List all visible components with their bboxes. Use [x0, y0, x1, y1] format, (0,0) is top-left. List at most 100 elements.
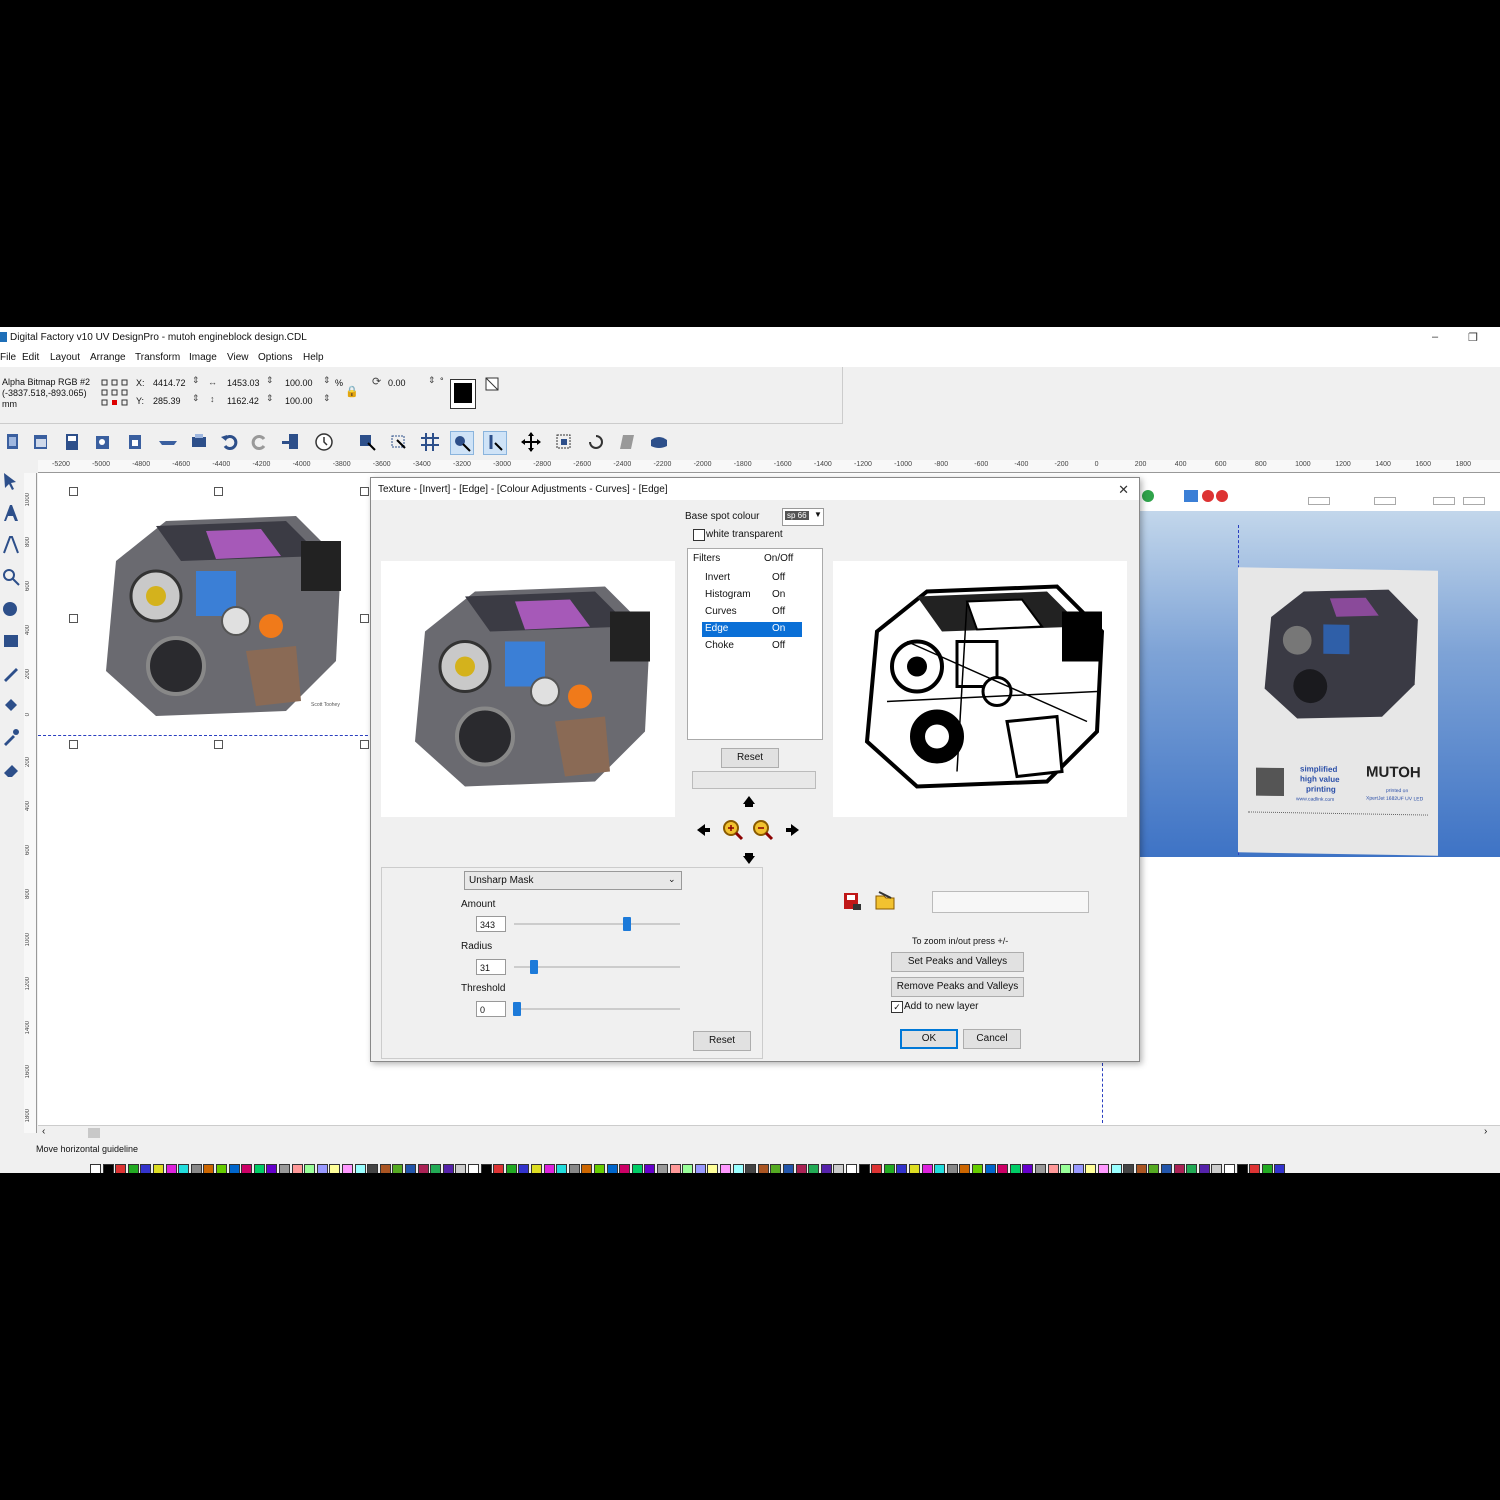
palette-swatch[interactable]	[241, 1164, 253, 1173]
pen-tool-icon[interactable]	[1, 663, 21, 683]
palette-swatch[interactable]	[379, 1164, 391, 1173]
filter-type-dropdown[interactable]: Unsharp Mask ⌄	[464, 871, 682, 890]
palette-swatch[interactable]	[392, 1164, 404, 1173]
palette-swatch[interactable]	[858, 1164, 870, 1173]
vertical-ruler[interactable]: 1000 800 600 400 200 0 200 400 600 800 1000 1200 140…	[24, 473, 37, 1133]
width-spin-icon[interactable]: ⇕	[266, 375, 274, 386]
x-input[interactable]: 4414.72	[153, 378, 186, 388]
cancel-button[interactable]: Cancel	[963, 1029, 1021, 1049]
y-spin-icon[interactable]: ⇕	[192, 393, 200, 404]
palette-swatch[interactable]	[682, 1164, 694, 1173]
save-preset-icon[interactable]	[841, 890, 863, 912]
rotate-tool-icon[interactable]	[585, 431, 607, 453]
palette-swatch[interactable]	[808, 1164, 820, 1173]
scale-h-spin-icon[interactable]: ⇕	[323, 393, 331, 404]
minimize-icon[interactable]: –	[1432, 331, 1438, 343]
selection-handle[interactable]	[214, 487, 223, 496]
palette-swatch[interactable]	[556, 1164, 568, 1173]
palette-swatch[interactable]	[342, 1164, 353, 1173]
palette-swatch[interactable]	[480, 1164, 492, 1173]
envelope-icon[interactable]	[648, 431, 670, 453]
menu-image[interactable]: Image	[189, 352, 217, 363]
filter-invert[interactable]: Invert Off	[702, 571, 802, 586]
3d-preview-panel[interactable]: simplified high value printing www.cadli…	[1138, 485, 1500, 857]
reset-settings-button[interactable]: Reset	[693, 1031, 751, 1051]
palette-swatch[interactable]	[329, 1164, 341, 1173]
palette-swatch[interactable]	[127, 1164, 139, 1173]
menu-edit[interactable]: Edit	[22, 352, 39, 363]
radius-input[interactable]: 31	[476, 959, 506, 975]
palette-swatch[interactable]	[720, 1164, 731, 1173]
threshold-slider-track[interactable]	[514, 1008, 680, 1010]
engine-image[interactable]: Scott Toohey	[86, 501, 351, 731]
palette-swatch[interactable]	[417, 1164, 429, 1173]
preview-slider[interactable]	[1374, 497, 1396, 505]
horizontal-scrollbar[interactable]: ‹ ›	[38, 1125, 1500, 1140]
undo-icon[interactable]	[219, 431, 241, 453]
palette-swatch[interactable]	[1110, 1164, 1122, 1173]
scroll-left-icon[interactable]: ‹	[42, 1126, 45, 1137]
palette-swatch[interactable]	[279, 1164, 290, 1173]
palette-swatch[interactable]	[1173, 1164, 1185, 1173]
arrow-up-icon[interactable]	[743, 796, 755, 807]
palette-swatch[interactable]	[1085, 1164, 1097, 1173]
anchor-grid-icon[interactable]	[101, 379, 129, 407]
selection-handle[interactable]	[214, 740, 223, 749]
palette-swatch[interactable]	[367, 1164, 379, 1173]
palette-swatch[interactable]	[1198, 1164, 1210, 1173]
palette-swatch[interactable]	[972, 1164, 983, 1173]
arrow-right-icon[interactable]	[786, 824, 799, 836]
palette-swatch[interactable]	[531, 1164, 542, 1173]
palette-swatch[interactable]	[316, 1164, 328, 1173]
fill-tool-icon[interactable]	[1, 695, 21, 715]
palette-swatch[interactable]	[1274, 1164, 1286, 1173]
preset-name-field[interactable]	[932, 891, 1089, 913]
close-icon[interactable]: ✕	[1118, 482, 1129, 498]
menu-file[interactable]: File	[0, 352, 16, 363]
reset-filters-button[interactable]: Reset	[721, 748, 779, 768]
palette-swatch[interactable]	[959, 1164, 971, 1173]
scroll-thumb[interactable]	[88, 1128, 100, 1138]
palette-swatch[interactable]	[1123, 1164, 1135, 1173]
palette-swatch[interactable]	[909, 1164, 920, 1173]
eraser-tool-icon[interactable]	[1, 759, 21, 779]
x-spin-icon[interactable]: ⇕	[192, 375, 200, 386]
palette-swatch[interactable]	[1009, 1164, 1021, 1173]
palette-swatch[interactable]	[153, 1164, 164, 1173]
redo-icon[interactable]	[248, 431, 270, 453]
menu-view[interactable]: View	[227, 352, 249, 363]
palette-swatch[interactable]	[1022, 1164, 1034, 1173]
remove-peaks-button[interactable]: Remove Peaks and Valleys	[891, 977, 1024, 997]
palette-swatch[interactable]	[1060, 1164, 1072, 1173]
selection-handle[interactable]	[360, 614, 369, 623]
scale-w-spin-icon[interactable]: ⇕	[323, 375, 331, 386]
menu-help[interactable]: Help	[303, 352, 324, 363]
palette-swatch[interactable]	[997, 1164, 1009, 1173]
filter-curves[interactable]: Curves Off	[702, 605, 802, 620]
restore-icon[interactable]: ❐	[1468, 331, 1478, 344]
view-cube-icon[interactable]	[1184, 490, 1198, 502]
palette-swatch[interactable]	[921, 1164, 933, 1173]
palette-swatch[interactable]	[707, 1164, 719, 1173]
palette-swatch[interactable]	[1148, 1164, 1160, 1173]
filter-choke[interactable]: Choke Off	[702, 639, 802, 654]
filter-histogram[interactable]: Histogram On	[702, 588, 802, 603]
stop-icon[interactable]	[1202, 490, 1214, 502]
scale-width-input[interactable]: 100.00	[285, 378, 313, 388]
result-preview[interactable]	[833, 561, 1127, 817]
palette-swatch[interactable]	[644, 1164, 656, 1173]
snap-guides-icon[interactable]	[483, 431, 507, 455]
palette-swatch[interactable]	[115, 1164, 127, 1173]
palette-swatch[interactable]	[1249, 1164, 1261, 1173]
height-spin-icon[interactable]: ⇕	[266, 393, 274, 404]
threshold-slider-thumb[interactable]	[513, 1002, 522, 1016]
menu-transform[interactable]: Transform	[135, 352, 180, 363]
palette-swatch[interactable]	[354, 1164, 366, 1173]
rotation-spin-icon[interactable]: ⇕	[428, 375, 436, 386]
palette-swatch[interactable]	[581, 1164, 593, 1173]
art-text-tool-icon[interactable]	[1, 535, 21, 555]
palette-swatch[interactable]	[871, 1164, 883, 1173]
record-icon[interactable]	[1216, 490, 1228, 502]
palette-swatch[interactable]	[190, 1164, 202, 1173]
palette-swatch[interactable]	[1098, 1164, 1109, 1173]
